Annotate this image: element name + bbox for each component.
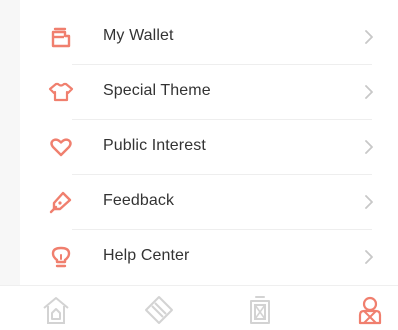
profile-screen: My Wallet Special Theme Public Interest … [0, 0, 398, 330]
chevron-right-icon [364, 140, 374, 154]
lightbulb-icon [48, 244, 74, 270]
chevron-right-icon [364, 250, 374, 264]
menu-item-public-interest[interactable]: Public Interest [20, 120, 398, 175]
menu-item-special-theme[interactable]: Special Theme [20, 65, 398, 120]
menu-item-feedback[interactable]: Feedback [20, 175, 398, 230]
menu-item-label: Help Center [103, 247, 190, 264]
profile-icon [358, 296, 382, 325]
tab-box[interactable] [244, 294, 276, 326]
menu-item-label: My Wallet [103, 27, 174, 44]
discover-icon [145, 296, 173, 324]
menu-item-label: Feedback [103, 192, 175, 209]
wallet-icon [48, 24, 74, 50]
tab-profile[interactable] [354, 294, 386, 326]
chevron-right-icon [364, 30, 374, 44]
bottom-tab-bar [0, 285, 398, 330]
tab-home[interactable] [40, 294, 72, 326]
box-icon [250, 296, 270, 324]
chevron-right-icon [364, 85, 374, 99]
chevron-right-icon [364, 195, 374, 209]
left-edge-strip [0, 0, 20, 285]
menu-item-help-center[interactable]: Help Center [20, 230, 398, 285]
pen-icon [48, 189, 74, 215]
menu-item-my-wallet[interactable]: My Wallet [20, 10, 398, 65]
home-icon [43, 297, 69, 324]
heart-icon [48, 134, 74, 160]
shirt-icon [48, 79, 74, 105]
menu-item-label: Special Theme [103, 82, 211, 99]
settings-menu: My Wallet Special Theme Public Interest … [20, 10, 398, 285]
tab-discover[interactable] [143, 294, 175, 326]
menu-item-label: Public Interest [103, 137, 206, 154]
